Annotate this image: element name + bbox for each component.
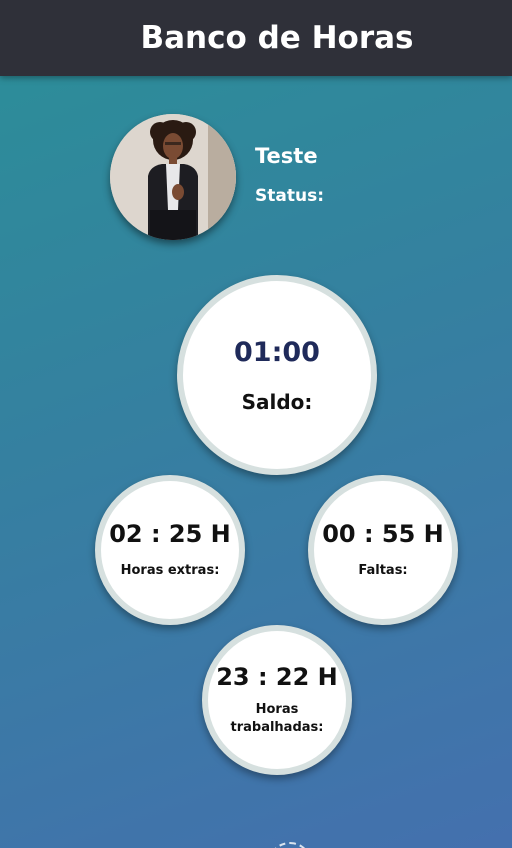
user-name: Teste (255, 144, 318, 168)
horas-extras-value: 02 : 25 H (109, 519, 231, 548)
faltas-value: 00 : 55 H (322, 519, 444, 548)
horas-trabalhadas-value: 23 : 22 H (216, 662, 338, 691)
horas-trabalhadas-circle: 23 : 22 H Horas trabalhadas: (202, 625, 352, 775)
horas-trabalhadas-label-line2: trabalhadas: (230, 720, 324, 735)
app-header: Banco de Horas (0, 0, 512, 76)
user-status-label: Status: (255, 186, 324, 206)
horas-extras-circle: 02 : 25 H Horas extras: (95, 475, 245, 625)
saldo-label: Saldo: (241, 389, 313, 414)
saldo-circle: 01:00 Saldo: (177, 275, 377, 475)
page-title: Banco de Horas (140, 20, 414, 56)
horas-trabalhadas-label-line1: Horas (255, 701, 299, 717)
user-photo (110, 114, 236, 240)
faltas-label: Faltas: (358, 562, 408, 578)
user-avatar (110, 114, 236, 240)
faltas-circle: 00 : 55 H Faltas: (308, 475, 458, 625)
saldo-value: 01:00 (234, 336, 320, 368)
horas-extras-label: Horas extras: (120, 562, 220, 578)
bottom-action-icon[interactable] (268, 842, 312, 848)
horas-trabalhadas-label: Horas trabalhadas: (231, 701, 324, 737)
